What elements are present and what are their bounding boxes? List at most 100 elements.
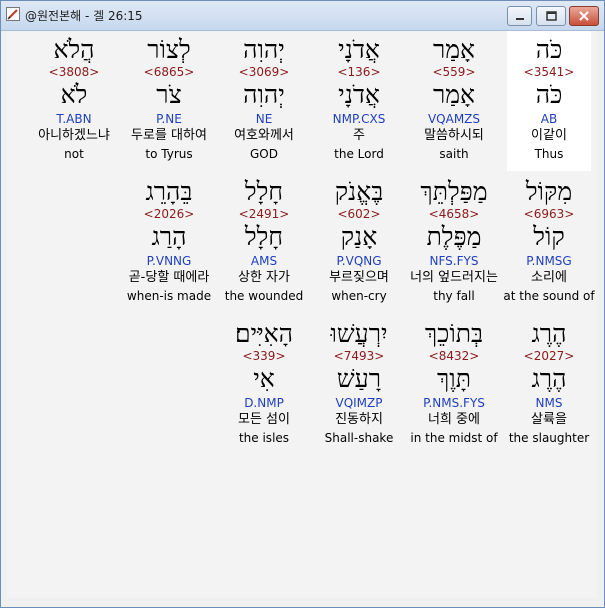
close-button[interactable] <box>569 6 599 26</box>
hebrew-lemma: אָמַר <box>432 80 476 109</box>
english-gloss: when-cry <box>331 289 387 303</box>
english-gloss: the Lord <box>334 147 384 161</box>
hebrew-lemma: חָלָל <box>244 222 284 251</box>
hebrew-lemma: כֹּה <box>535 80 563 109</box>
hebrew-word: מַפַּלְתֵּךְ <box>420 177 488 206</box>
korean-gloss: 상한 자가 <box>238 270 290 285</box>
word-cell[interactable]: הֶרֶג <2027> הֶרֶג NMS 살륙을 the slaughter <box>507 315 591 455</box>
minimize-button[interactable] <box>507 6 532 26</box>
strong-number: <2027> <box>523 349 575 363</box>
hebrew-lemma: מַפֶּלֶת <box>426 222 482 251</box>
parse-code: P.NE <box>156 112 182 126</box>
hebrew-lemma: רָעַשׁ <box>336 364 382 393</box>
korean-gloss: 주 <box>353 128 365 143</box>
hebrew-lemma: הָרַג <box>151 222 187 251</box>
strong-number: <3541> <box>523 65 575 79</box>
word-cell[interactable]: יִרְעֲשׁוּ <7493> רָעַשׁ VQIMZP 진동하지 Shall-sh… <box>317 315 401 455</box>
word-cell[interactable]: כֹּה <3541> כֹּה AB 이같이 Thus <box>507 31 591 171</box>
strong-number: <7493> <box>333 349 385 363</box>
word-cell[interactable]: אֲדֹנָי <136> אֲדֹנָי NMP.CXS 주 the Lord <box>317 31 401 171</box>
strong-number: <8432> <box>428 349 480 363</box>
word-cell[interactable]: בְּתוֹכֵךְ <8432> תָּוֶךְ P.NMS.FYS 너희 중에 in … <box>410 315 497 455</box>
hebrew-word: בֵּהָרֵג <box>145 177 193 206</box>
hebrew-word: יִרְעֲשׁוּ <box>330 319 388 348</box>
strong-number: <2026> <box>143 207 195 221</box>
strong-number: <559> <box>432 65 476 79</box>
strong-number: <6963> <box>523 207 575 221</box>
hebrew-lemma: אֲדֹנָי <box>338 80 380 109</box>
word-cell[interactable]: בֶּאֱנֹק <602> אָנַק P.VQNG 부르짖으며 when-cry <box>317 173 401 313</box>
parse-code: AMS <box>250 254 278 268</box>
close-icon <box>579 11 589 21</box>
word-cell[interactable]: הֲלֹא <3808> לֹא T.ABN 아니하겠느냐 not <box>32 31 116 171</box>
word-cell[interactable]: מִקּוֹל <6963> קוֹל P.NMSG 소리에 at the sound o… <box>503 173 594 313</box>
hebrew-word: חָלָל <box>244 177 284 206</box>
hebrew-lemma: אָנַק <box>340 222 378 251</box>
english-gloss: the wounded <box>224 289 304 303</box>
word-cell[interactable]: מַפַּלְתֵּךְ <4658> מַפֶּלֶת NFS.FYS 너의 엎드러지… <box>410 173 498 313</box>
maximize-button[interactable] <box>536 6 566 26</box>
english-gloss: saith <box>439 147 469 161</box>
parse-code: P.VQNG <box>336 254 382 268</box>
english-gloss: the slaughter <box>508 431 590 445</box>
parse-code: P.NMSG <box>526 254 572 268</box>
korean-gloss: 모든 섬이 <box>238 412 290 427</box>
app-window: @원전본해 - 겔 26:15 כֹּה <3541> כֹּה AB 이같이 Thus א… <box>0 0 605 608</box>
hebrew-word: מִקּוֹל <box>525 177 573 206</box>
english-gloss: Shall-shake <box>324 431 394 445</box>
korean-gloss: 이같이 <box>531 128 567 143</box>
korean-gloss: 말씀하시되 <box>424 128 484 143</box>
word-cell[interactable]: בֵּהָרֵג <2026> הָרַג P.VNNG 곧-당할 때에라 when-is… <box>127 173 211 313</box>
korean-gloss: 두로를 대하여 <box>131 128 207 143</box>
word-cell[interactable]: אָמַר <559> אָמַר VQAMZS 말씀하시되 saith <box>412 31 496 171</box>
english-gloss: not <box>64 147 84 161</box>
korean-gloss: 너의 엎드러지는 <box>410 270 498 285</box>
english-gloss: to Tyrus <box>145 147 193 161</box>
parse-code: P.VNNG <box>146 254 192 268</box>
parse-code: NMP.CXS <box>332 112 386 126</box>
minimize-icon <box>515 18 524 20</box>
hebrew-lemma: תָּוֶךְ <box>437 364 471 393</box>
korean-gloss: 살륙을 <box>531 412 567 427</box>
app-pencil-icon <box>6 7 20 21</box>
korean-gloss: 아니하겠느냐 <box>38 128 110 143</box>
hebrew-lemma: צֹר <box>156 80 182 109</box>
english-gloss: Thus <box>534 147 564 161</box>
korean-gloss: 소리에 <box>531 270 567 285</box>
hebrew-word: יְהוִה <box>243 35 285 64</box>
title-bar[interactable]: @원전본해 - 겔 26:15 <box>1 1 604 31</box>
hebrew-lemma: אִי <box>253 364 275 393</box>
hebrew-word: אֲדֹנָי <box>338 35 380 64</box>
word-cell[interactable]: הָאִיִּים׃ <339> אִי D.NMP 모든 섬이 the isles <box>222 315 306 455</box>
korean-gloss: 진동하지 <box>335 412 383 427</box>
parse-code: VQIMZP <box>335 396 383 410</box>
parse-code: NMS <box>535 396 563 410</box>
strong-number: <602> <box>337 207 381 221</box>
parse-code: NFS.FYS <box>429 254 479 268</box>
hebrew-word: הָאִיִּים׃ <box>234 319 294 348</box>
parse-code: P.NMS.FYS <box>423 396 485 410</box>
english-gloss: in the midst of <box>410 431 498 445</box>
hebrew-word: הֲלֹא <box>53 35 95 64</box>
parse-code: VQAMZS <box>427 112 481 126</box>
korean-gloss: 너희 중에 <box>428 412 480 427</box>
korean-gloss: 부르짖으며 <box>329 270 389 285</box>
english-gloss: GOD <box>250 147 278 161</box>
word-cell[interactable]: לְצוֹר <6865> צֹר P.NE 두로를 대하여 to Tyrus <box>127 31 211 171</box>
hebrew-word: לְצוֹר <box>147 35 191 64</box>
strong-number: <3069> <box>238 65 290 79</box>
word-cell[interactable]: חָלָל <2491> חָלָל AMS 상한 자가 the wounded <box>222 173 306 313</box>
hebrew-lemma: לֹא <box>60 80 88 109</box>
parse-code: NE <box>255 112 273 126</box>
strong-number: <4658> <box>428 207 480 221</box>
hebrew-lemma: יְהוִה <box>243 80 285 109</box>
strong-number: <6865> <box>143 65 195 79</box>
strong-number: <136> <box>337 65 381 79</box>
english-gloss: thy fall <box>433 289 475 303</box>
hebrew-lemma: הֶרֶג <box>531 364 567 393</box>
maximize-icon <box>545 11 557 21</box>
interlinear-view: כֹּה <3541> כֹּה AB 이같이 Thus אָמַר <559> אָמַר VQ… <box>7 31 597 598</box>
hebrew-word: אָמַר <box>432 35 476 64</box>
parse-code: D.NMP <box>244 396 284 410</box>
word-cell[interactable]: יְהוִה <3069> יְהוִה NE 여호와께서 GOD <box>222 31 306 171</box>
